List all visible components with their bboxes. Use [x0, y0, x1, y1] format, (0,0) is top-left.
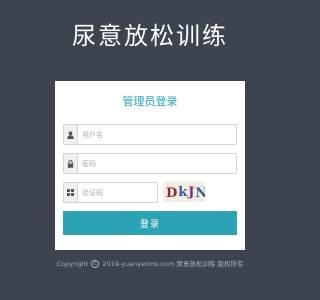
- grid-icon: [64, 183, 78, 202]
- copyright-icon: C: [91, 260, 100, 268]
- password-input[interactable]: [78, 154, 236, 173]
- lock-icon: [64, 154, 78, 173]
- password-field: [63, 153, 237, 174]
- footer-text: 2019-yuanyecms.com 尿意放松训练 版权所有: [102, 260, 244, 268]
- login-button[interactable]: 登录: [63, 211, 237, 235]
- captcha-char: J: [187, 185, 195, 200]
- captcha-char: D: [166, 186, 178, 201]
- captcha-text: DkJN: [166, 185, 205, 201]
- username-field: [63, 124, 237, 145]
- copyright-label: Copyright: [56, 260, 89, 268]
- site-title: 尿意放松训练: [72, 22, 228, 50]
- user-icon: [64, 125, 78, 144]
- captcha-input[interactable]: [78, 183, 157, 202]
- login-heading: 管理员登录: [122, 95, 178, 108]
- captcha-char: k: [178, 185, 188, 200]
- captcha-char: N: [195, 186, 205, 201]
- login-card: 管理员登录 用户名 验证码 DkJN 登录: [55, 81, 245, 250]
- footer: Copyright C 2019-yuanyecms.com 尿意放松训练 版权…: [0, 258, 300, 270]
- username-input[interactable]: [78, 125, 236, 144]
- captcha-field: [63, 182, 158, 203]
- captcha-image[interactable]: DkJN: [163, 181, 205, 202]
